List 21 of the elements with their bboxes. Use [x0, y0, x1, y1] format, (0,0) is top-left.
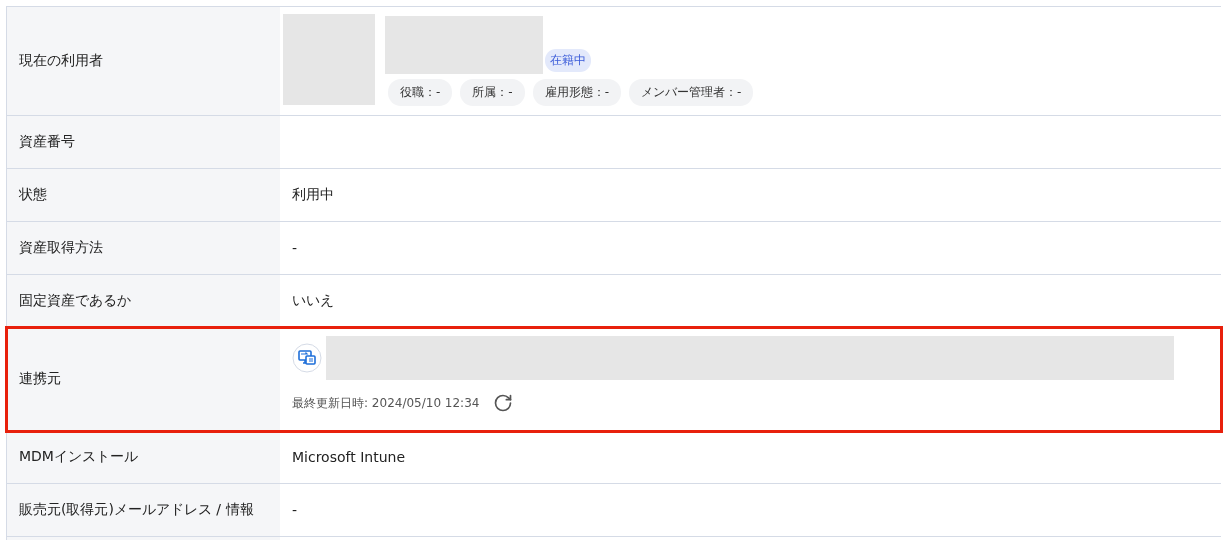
row-value: -: [292, 502, 298, 518]
status-badge: 在籍中: [545, 49, 591, 72]
info-chip: 雇用形態：-: [532, 79, 622, 106]
row-label: MDMインストール: [7, 431, 280, 483]
info-chip: 役職：-: [388, 79, 453, 106]
sync-monitor-icon: [292, 343, 322, 373]
row-value: いいえ: [292, 292, 334, 310]
last-updated-text: 最終更新日時: 2024/05/10 12:34: [292, 394, 480, 412]
row-value: 利用中: [292, 186, 334, 204]
row-label: 連携元: [7, 328, 280, 430]
info-chip: 所属：-: [460, 79, 525, 106]
row-label: 状態: [7, 169, 280, 221]
refresh-button[interactable]: [493, 393, 514, 413]
row-value: -: [292, 240, 298, 256]
row-label: 固定資産であるか: [7, 275, 280, 327]
row-label: 販売元(取得元)メールアドレス / 情報: [7, 484, 280, 536]
row-label: 資産番号: [7, 116, 280, 168]
info-chip: メンバー管理者：-: [629, 79, 754, 106]
row-value: Microsoft Intune: [292, 449, 405, 465]
row-label: 現在の利用者: [7, 7, 280, 115]
row-label: 資産取得方法: [7, 222, 280, 274]
